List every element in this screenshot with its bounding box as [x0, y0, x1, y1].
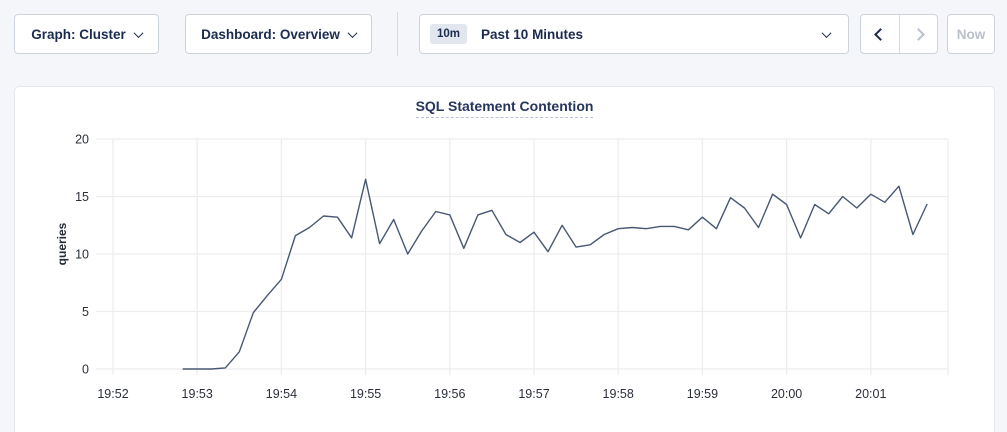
x-tick-label: 19:54: [266, 387, 297, 401]
chevron-down-icon: [822, 28, 832, 38]
chevron-right-icon: [912, 28, 925, 41]
x-tick-label: 19:55: [350, 387, 381, 401]
y-tick-label: 20: [75, 133, 89, 147]
graph-dropdown[interactable]: Graph: Cluster: [14, 14, 159, 54]
chevron-down-icon: [347, 28, 357, 38]
sql-contention-chart[interactable]: 0 5 10 15 20 19:52 19:53 19:54 19:55 19:56 19:57 19…: [15, 87, 996, 432]
time-range-dropdown[interactable]: 10m Past 10 Minutes: [419, 14, 849, 54]
time-range-label: Past 10 Minutes: [481, 27, 823, 42]
time-window-badge: 10m: [430, 24, 467, 44]
dashboard-dropdown[interactable]: Dashboard: Overview: [185, 14, 372, 54]
time-step-back-button[interactable]: [861, 15, 899, 53]
y-axis-label: queries: [55, 209, 69, 279]
x-tick-label: 19:59: [687, 387, 718, 401]
chart-line: [183, 179, 927, 369]
now-button-label: Now: [957, 27, 986, 42]
chevron-down-icon: [133, 28, 143, 38]
dashboard-dropdown-label: Dashboard: Overview: [201, 27, 340, 42]
y-tick-label: 5: [82, 305, 89, 319]
y-tick-label: 0: [82, 363, 89, 377]
now-button[interactable]: Now: [947, 14, 995, 54]
chart-card: 0 5 10 15 20 19:52 19:53 19:54 19:55 19:56 19:57 19…: [14, 86, 995, 432]
toolbar-divider: [397, 12, 398, 56]
time-step-forward-button[interactable]: [899, 15, 937, 53]
time-step-button-group: [860, 14, 938, 54]
x-tick-label: 19:53: [182, 387, 213, 401]
toolbar: Graph: Cluster Dashboard: Overview 10m P…: [0, 0, 1007, 68]
x-tick-label: 19:58: [603, 387, 634, 401]
chart-title[interactable]: SQL Statement Contention: [416, 98, 594, 118]
x-tick-label: 19:52: [97, 387, 128, 401]
y-tick-label: 10: [75, 248, 89, 262]
chevron-left-icon: [874, 28, 887, 41]
x-tick-label: 19:57: [518, 387, 549, 401]
graph-dropdown-label: Graph: Cluster: [31, 27, 126, 42]
x-tick-label: 19:56: [434, 387, 465, 401]
x-tick-label: 20:00: [771, 387, 802, 401]
y-tick-label: 15: [75, 190, 89, 204]
x-tick-label: 20:01: [855, 387, 886, 401]
chart-title-row: SQL Statement Contention: [15, 98, 994, 118]
